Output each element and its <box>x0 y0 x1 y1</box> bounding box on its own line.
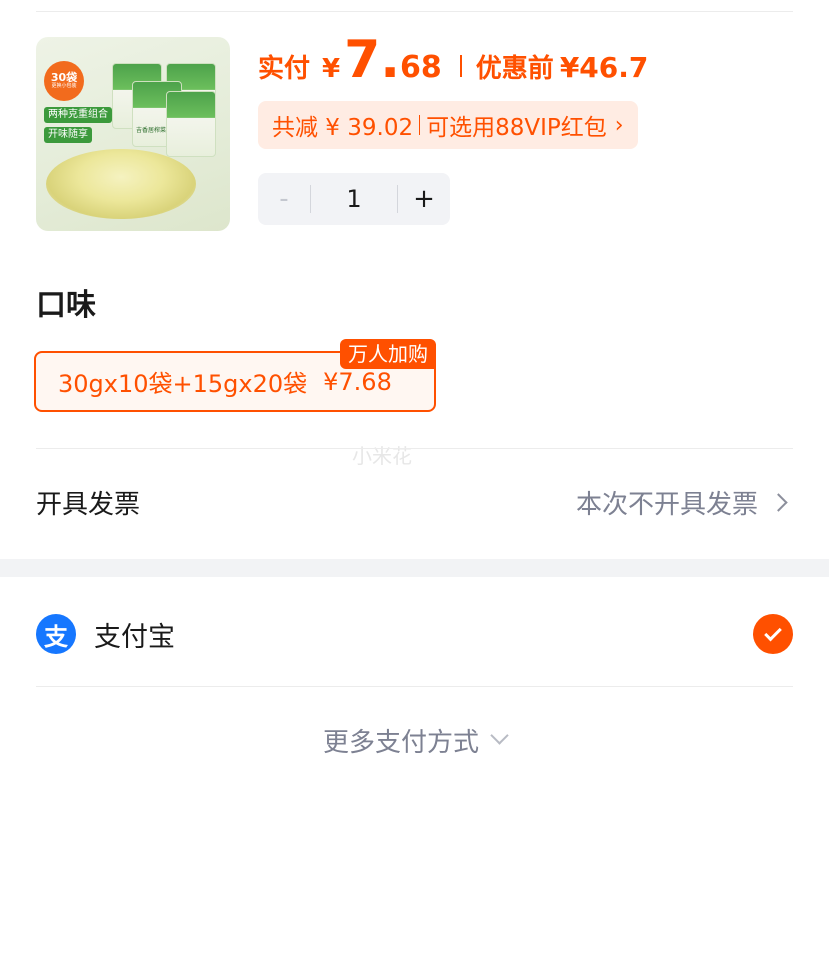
product-packs: 吉香居榨菜 <box>112 63 216 157</box>
payment-divider <box>36 686 793 687</box>
discount-saved-text: 共减 ¥ 39.02 <box>272 115 414 141</box>
discount-pill[interactable]: 共减 ¥ 39.02 可选用88VIP红包 › <box>258 101 638 149</box>
sku-option-price: ¥7.68 <box>323 367 392 396</box>
more-payment-label: 更多支付方式 <box>322 728 479 758</box>
currency-symbol: ¥ <box>322 54 341 84</box>
price-row: 实付 ¥ 7. 68 优惠前 ¥46.7 <box>258 34 648 86</box>
paid-price-int: 7. <box>344 30 401 90</box>
payment-method-label: 支付宝 <box>94 621 175 653</box>
chevron-right-icon: › <box>614 112 624 138</box>
decrement-button[interactable]: - <box>258 173 310 225</box>
pill-separator <box>419 115 421 135</box>
top-divider <box>36 11 793 12</box>
popular-badge: 万人加购 <box>340 339 436 369</box>
invoice-value: 本次不开具发票 <box>575 489 758 520</box>
invoice-label: 开具发票 <box>36 489 141 520</box>
invoice-value-group: 本次不开具发票 <box>575 484 788 521</box>
more-payment-methods[interactable]: 更多支付方式 <box>0 722 829 759</box>
product-count-badge: 30袋 更换小包装 <box>44 61 84 101</box>
pickles-illustration <box>46 149 196 219</box>
chevron-down-icon <box>490 726 509 745</box>
alipay-icon: 支 <box>36 614 76 654</box>
section-divider <box>36 448 793 449</box>
payment-option-alipay[interactable]: 支 支付宝 <box>36 612 793 656</box>
chevron-right-icon <box>769 492 788 512</box>
section-gap <box>0 559 829 577</box>
checkmark-icon[interactable] <box>753 614 793 654</box>
quantity-value[interactable]: 1 <box>311 185 397 213</box>
paid-price-dec: 68 <box>400 50 442 85</box>
vip-redpacket-text: 可选用88VIP红包 <box>426 115 607 141</box>
product-image[interactable]: 30袋 更换小包装 两种克重组合 开味随享 吉香居榨菜 <box>36 37 230 231</box>
sku-option-selected[interactable]: 30gx10袋+15gx20袋 ¥7.68 万人加购 <box>34 339 436 412</box>
increment-button[interactable]: + <box>398 173 450 225</box>
flavor-title: 口味 <box>36 288 96 323</box>
badge-sub-text: 更换小包装 <box>51 83 77 90</box>
product-tag-2: 开味随享 <box>44 127 92 143</box>
watermark: 小米花 <box>352 444 412 468</box>
quantity-stepper: - 1 + <box>258 173 450 225</box>
sku-option-label: 30gx10袋+15gx20袋 <box>58 370 308 398</box>
price-separator <box>459 55 462 77</box>
before-discount-price: ¥46.7 <box>559 51 649 84</box>
before-discount-label: 优惠前 <box>475 54 554 84</box>
product-tag-1: 两种克重组合 <box>44 107 112 123</box>
pack-label: 吉香居榨菜 <box>136 127 167 134</box>
invoice-row[interactable]: 开具发票 本次不开具发票 <box>36 478 788 526</box>
paid-label: 实付 <box>258 54 311 84</box>
